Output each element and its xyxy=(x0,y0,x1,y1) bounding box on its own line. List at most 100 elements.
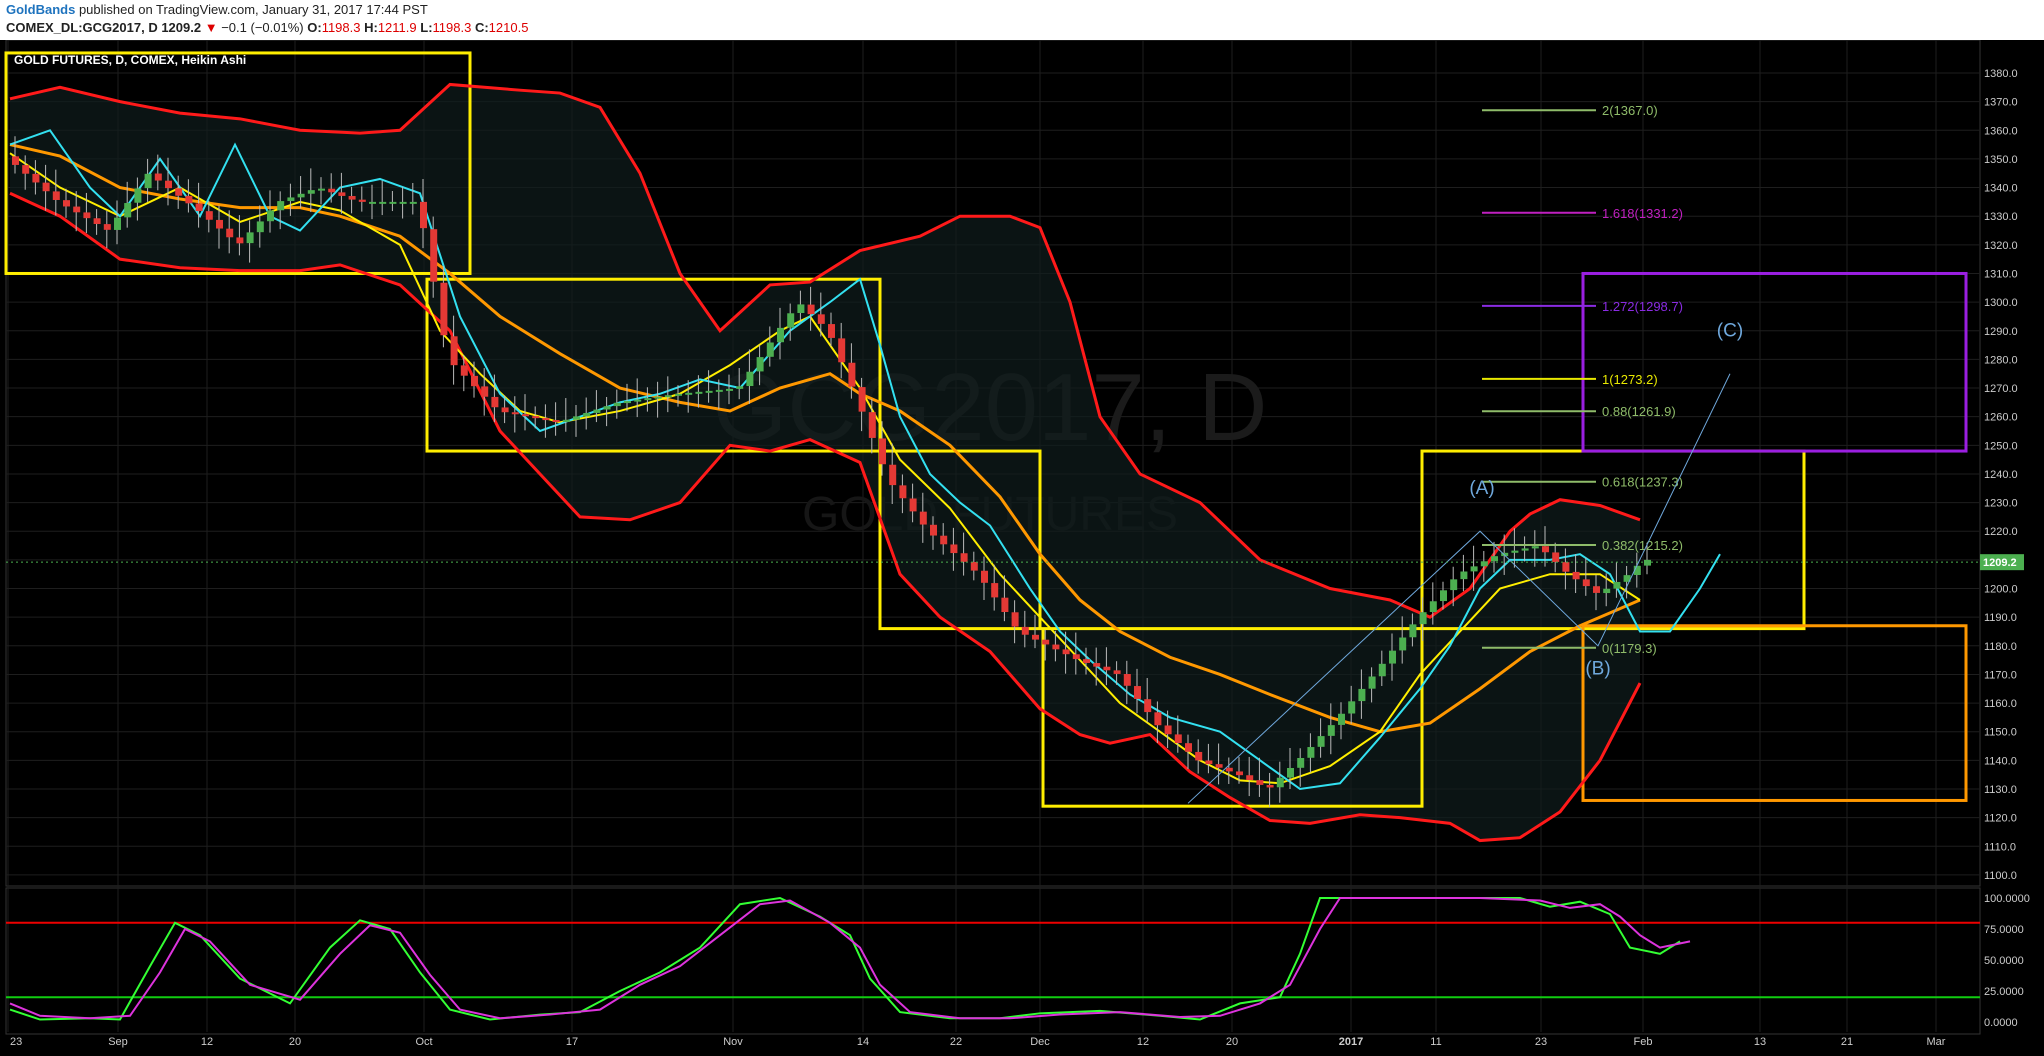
x-tick-label: 23 xyxy=(10,1036,22,1048)
candle-body xyxy=(1644,559,1651,566)
candle-body xyxy=(817,314,825,324)
candle-body xyxy=(52,191,60,200)
chart-title: GOLD FUTURES, D, COMEX, Heikin Ashi xyxy=(14,53,246,67)
price-tick-label: 1100.0 xyxy=(1984,870,2017,882)
x-tick-label: Mar xyxy=(1927,1036,1946,1048)
x-tick-label: 21 xyxy=(1841,1036,1853,1048)
candle-body xyxy=(909,498,917,512)
candle-body xyxy=(1134,686,1141,699)
candle-body xyxy=(532,416,540,419)
candle-body xyxy=(328,188,336,193)
low-value: 1198.3 xyxy=(432,20,472,35)
wave-label: (A) xyxy=(1469,478,1494,499)
candle-body xyxy=(1582,579,1590,587)
candle-body xyxy=(1552,552,1560,562)
candle-body xyxy=(124,203,132,218)
price-tick-label: 1200.0 xyxy=(1984,584,2018,596)
candle-body xyxy=(1511,550,1519,553)
candle-body xyxy=(440,282,448,336)
candle-body xyxy=(103,224,111,230)
x-tick-label: Feb xyxy=(1634,1036,1653,1048)
candle-body xyxy=(777,327,784,343)
candle-body xyxy=(1062,649,1070,655)
fib-level-label: 1.272(1298.7) xyxy=(1602,299,1683,314)
candle-body xyxy=(593,409,601,413)
candle-body xyxy=(848,362,856,387)
candle-body xyxy=(1011,612,1019,627)
candle-body xyxy=(256,221,264,233)
open-label: O: xyxy=(307,20,322,35)
candle-body xyxy=(634,399,642,402)
candle-body xyxy=(175,188,183,196)
fib-level-label: 2(1367.0) xyxy=(1602,103,1658,118)
x-tick-label: Nov xyxy=(723,1036,743,1048)
candle-body xyxy=(1144,699,1152,713)
candle-body xyxy=(338,192,346,196)
candle-body xyxy=(399,201,407,204)
price-chart[interactable]: GCG2017, D GOLD FUTURES 2(1367.0)1.618(1… xyxy=(0,40,2044,1056)
candle-body xyxy=(1042,639,1050,645)
x-tick-label: Oct xyxy=(415,1036,432,1048)
candle-body xyxy=(420,201,427,229)
candle-body xyxy=(73,206,81,213)
candle-body xyxy=(1348,701,1356,714)
candle-body xyxy=(715,389,723,392)
candle-body xyxy=(1470,566,1478,572)
x-tick-label: 12 xyxy=(1137,1036,1149,1048)
candle-body xyxy=(216,219,223,229)
candle-body xyxy=(766,342,774,357)
candle-body xyxy=(1542,546,1549,553)
price-tick-label: 1320.0 xyxy=(1984,240,2018,252)
candle-body xyxy=(685,392,693,395)
price-tick-label: 1230.0 xyxy=(1984,498,2018,510)
last-price-label: 1209.2 xyxy=(1983,557,2017,569)
candle-body xyxy=(205,211,213,220)
candle-body xyxy=(1103,666,1111,671)
candle-body xyxy=(1256,780,1264,785)
candle-body xyxy=(522,414,529,417)
x-tick-label: 11 xyxy=(1430,1036,1441,1048)
candle-body xyxy=(1429,601,1437,613)
wave-label: (C) xyxy=(1717,320,1743,341)
candle-body xyxy=(675,393,682,396)
price-tick-label: 1150.0 xyxy=(1984,727,2017,739)
high-value: 1211.9 xyxy=(377,20,417,35)
candle-body xyxy=(1409,624,1417,638)
last-price: 1209.2 xyxy=(161,20,202,35)
candle-body xyxy=(1205,760,1213,765)
candle-body xyxy=(358,199,366,202)
candle-body xyxy=(195,203,203,211)
candle-body xyxy=(1368,676,1376,689)
author-link[interactable]: GoldBands xyxy=(6,2,75,17)
x-tick-label: 14 xyxy=(857,1036,869,1048)
candle-body xyxy=(573,416,580,420)
x-tick-label: 23 xyxy=(1535,1036,1547,1048)
price-tick-label: 1170.0 xyxy=(1984,669,2017,681)
close-value: 1210.5 xyxy=(488,20,529,35)
candle-body xyxy=(1215,764,1223,768)
candle-body xyxy=(838,338,846,363)
candle-body xyxy=(1419,612,1427,625)
price-tick-label: 1160.0 xyxy=(1984,698,2017,710)
candle-body xyxy=(879,438,886,465)
candle-body xyxy=(491,396,499,408)
candle-body xyxy=(899,485,907,499)
candle-body xyxy=(991,583,999,598)
price-tick-label: 1280.0 xyxy=(1984,354,2018,366)
candle-body xyxy=(1450,579,1458,591)
price-tick-label: 1220.0 xyxy=(1984,526,2018,538)
osc-tick-label: 25.0000 xyxy=(1984,986,2024,998)
osc-tick-label: 50.0000 xyxy=(1984,955,2024,967)
candle-body xyxy=(471,375,478,387)
candle-body xyxy=(1378,663,1386,677)
candle-body xyxy=(1389,650,1396,664)
candle-body xyxy=(1358,688,1366,702)
candle-body xyxy=(1327,725,1335,736)
candle-body xyxy=(1276,777,1284,788)
x-tick-label: 20 xyxy=(289,1036,301,1048)
candle-body xyxy=(542,418,550,421)
candle-body xyxy=(83,212,91,219)
candle-body xyxy=(828,324,835,338)
candle-body xyxy=(134,188,142,203)
candle-body xyxy=(409,201,417,204)
